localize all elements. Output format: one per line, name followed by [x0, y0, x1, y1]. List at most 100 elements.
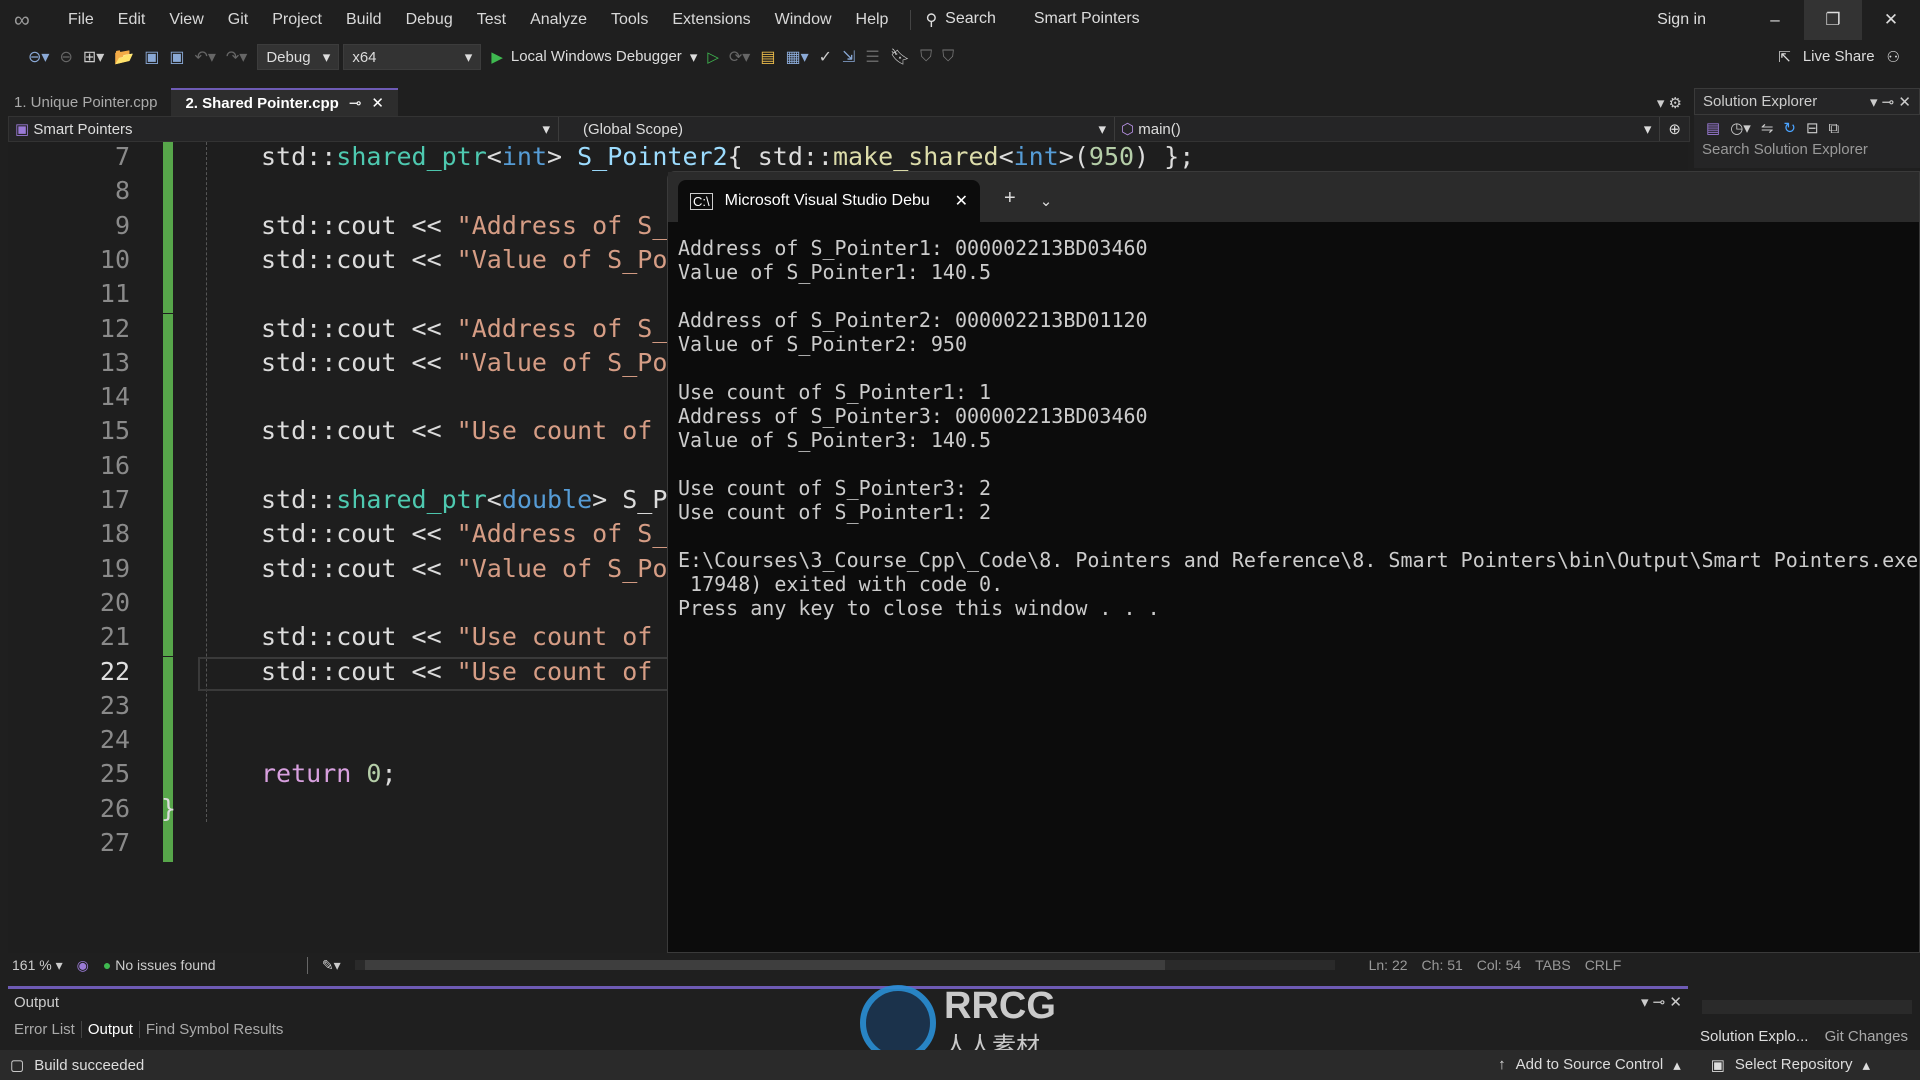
search-box[interactable]: ⚲ Search Smart Pointers — [910, 10, 1140, 30]
back-icon[interactable]: ⊖▾ — [28, 47, 49, 67]
menu-tools[interactable]: Tools — [599, 11, 660, 29]
right-panel-scrollbar[interactable] — [1702, 1000, 1912, 1014]
spellcheck-icon[interactable]: ✓ — [819, 47, 832, 67]
comment-icon[interactable]: ☰ — [865, 47, 879, 67]
refresh-icon[interactable]: ↻ — [1783, 119, 1796, 137]
console-tab[interactable]: C:\ Microsoft Visual Studio Debu ✕ — [678, 180, 980, 222]
code-token: "Address of S_ — [456, 210, 668, 240]
search-label: Search — [945, 10, 996, 27]
tab-solution-explorer[interactable]: Solution Explo... — [1694, 1028, 1814, 1045]
code-token: < — [486, 142, 502, 171]
scrollbar-thumb[interactable] — [364, 960, 1165, 970]
indent-mode[interactable]: TABS — [1535, 957, 1571, 973]
code-line: std::cout << "Use count of — [261, 657, 652, 686]
solution-explorer-search[interactable]: Search Solution Explorer — [1694, 141, 1920, 158]
menu-help[interactable]: Help — [844, 11, 901, 29]
change-marker — [163, 347, 173, 383]
minimize-icon[interactable]: – — [1746, 10, 1804, 30]
member-dropdown[interactable]: ⬡ main() ▾ — [1115, 117, 1661, 141]
code-token: shared_ptr — [336, 142, 487, 171]
tab-git-changes[interactable]: Git Changes — [1819, 1028, 1914, 1045]
folder-icon[interactable]: ▤ — [760, 47, 775, 67]
forward-icon[interactable]: ⊖ — [59, 47, 72, 67]
menu-git[interactable]: Git — [216, 11, 260, 29]
line-number: 26 — [99, 793, 130, 823]
live-share-button[interactable]: ⇱ Live Share ⚇ — [1778, 48, 1900, 66]
tab-overflow-icon[interactable]: ▾ ⚙ — [1657, 94, 1682, 112]
new-tab-icon[interactable]: + — [1004, 187, 1016, 210]
bookmark-prev-icon[interactable]: ⛉ — [920, 48, 932, 66]
console-output: Address of S_Pointer1: 000002213BD03460 V… — [668, 222, 1919, 620]
menu-extensions[interactable]: Extensions — [660, 11, 762, 29]
select-repository-button[interactable]: ▣ Select Repository ▴ — [1711, 1056, 1870, 1074]
menu-debug[interactable]: Debug — [394, 11, 465, 29]
new-project-icon[interactable]: ⊞▾ — [83, 47, 104, 67]
tab-unique-pointer[interactable]: 1. Unique Pointer.cpp — [0, 88, 171, 116]
tab-error-list[interactable]: Error List — [8, 1021, 81, 1038]
notification-icon[interactable]: ▢ — [0, 1056, 34, 1074]
layout-icon[interactable]: ▦▾ — [785, 47, 808, 67]
output-title: Output — [14, 993, 60, 1011]
member-label: main() — [1138, 121, 1181, 138]
menu-project[interactable]: Project — [260, 11, 334, 29]
close-tab-icon[interactable]: ✕ — [371, 94, 384, 112]
scope-dropdown[interactable]: (Global Scope) ▾ — [559, 117, 1115, 141]
code-token: std::cout << — [261, 244, 457, 274]
hot-reload-icon[interactable]: ⟳▾ — [729, 47, 750, 67]
zoom-select[interactable]: 161 % ▾ — [12, 957, 63, 974]
line-ending[interactable]: CRLF — [1585, 957, 1622, 973]
pin-icon[interactable]: ⊸ — [349, 94, 362, 112]
horizontal-scrollbar[interactable] — [354, 960, 1335, 970]
close-window-icon[interactable]: ✕ — [1862, 10, 1920, 30]
close-console-tab-icon[interactable]: ✕ — [955, 191, 968, 211]
sign-in-button[interactable]: Sign in — [1657, 11, 1746, 29]
issues-indicator[interactable]: ● No issues found — [103, 957, 293, 973]
menu-build[interactable]: Build — [334, 11, 394, 29]
add-to-source-control-button[interactable]: ↑ Add to Source Control ▴ — [1498, 1056, 1681, 1074]
save-all-icon[interactable]: ▣ — [169, 47, 184, 67]
collapse-icon[interactable]: ⊟ — [1806, 119, 1819, 137]
start-without-debugging-icon[interactable]: ▷ — [707, 48, 719, 66]
panel-controls[interactable]: ▾ ⊸ ✕ — [1870, 93, 1911, 111]
feedback-icon[interactable]: ⚇ — [1887, 48, 1900, 66]
menu-file[interactable]: File — [56, 11, 106, 29]
platform-select[interactable]: x64 ▾ — [343, 44, 482, 70]
menu-analyze[interactable]: Analyze — [518, 11, 599, 29]
tab-find-symbol-results[interactable]: Find Symbol Results — [140, 1021, 290, 1038]
bookmark-next-icon[interactable]: ⛉ — [942, 48, 954, 66]
history-icon[interactable]: ◷▾ — [1730, 119, 1751, 137]
undo-icon[interactable]: ↶▾ — [194, 47, 215, 67]
menu-edit[interactable]: Edit — [106, 11, 158, 29]
tab-shared-pointer[interactable]: 2. Shared Pointer.cpp ⊸ ✕ — [171, 88, 398, 116]
code-token: "Use count of — [456, 416, 653, 446]
save-icon[interactable]: ▣ — [144, 47, 159, 67]
restore-icon[interactable]: ❐ — [1804, 0, 1862, 40]
start-debugging-button[interactable]: ▶ Local Windows Debugger ▾ — [491, 48, 697, 66]
open-icon[interactable]: 📂 — [114, 47, 134, 67]
step-icon[interactable]: ⇲ — [842, 47, 855, 67]
split-icon[interactable]: ⊕ — [1660, 120, 1689, 138]
copilot-icon[interactable]: ◉ — [77, 957, 89, 974]
sync-icon[interactable]: ⇋ — [1761, 119, 1774, 137]
zoom-level: 161 % — [12, 956, 52, 973]
show-all-icon[interactable]: ⧉ — [1829, 120, 1840, 137]
cleanup-icon[interactable]: ✎▾ — [306, 956, 341, 974]
redo-icon[interactable]: ↷▾ — [226, 47, 247, 67]
configuration-select[interactable]: Debug ▾ — [257, 44, 340, 70]
menu-view[interactable]: View — [157, 11, 215, 29]
code-token: ; — [381, 759, 397, 789]
code-line: std::shared_ptr<double> S_P — [261, 485, 667, 514]
console-line: Value of S_Pointer2: 950 — [678, 332, 967, 356]
vs-home-icon[interactable]: ▤ — [1706, 119, 1720, 137]
code-token: shared_ptr — [336, 485, 487, 514]
change-marker — [163, 142, 173, 177]
tab-output[interactable]: Output — [80, 1021, 140, 1038]
line-number: 9 — [114, 210, 130, 240]
menu-window[interactable]: Window — [763, 11, 844, 29]
output-panel-controls[interactable]: ▾ ⊸ ✕ — [1641, 993, 1682, 1011]
debug-console-window[interactable]: C:\ Microsoft Visual Studio Debu ✕ + ⌄ Add… — [667, 171, 1920, 953]
menu-test[interactable]: Test — [465, 11, 518, 29]
bookmark-icon[interactable]: 🔖︎ — [890, 47, 910, 67]
project-dropdown[interactable]: ▣ Smart Pointers ▾ — [9, 117, 559, 141]
tab-dropdown-icon[interactable]: ⌄ — [1040, 192, 1053, 210]
